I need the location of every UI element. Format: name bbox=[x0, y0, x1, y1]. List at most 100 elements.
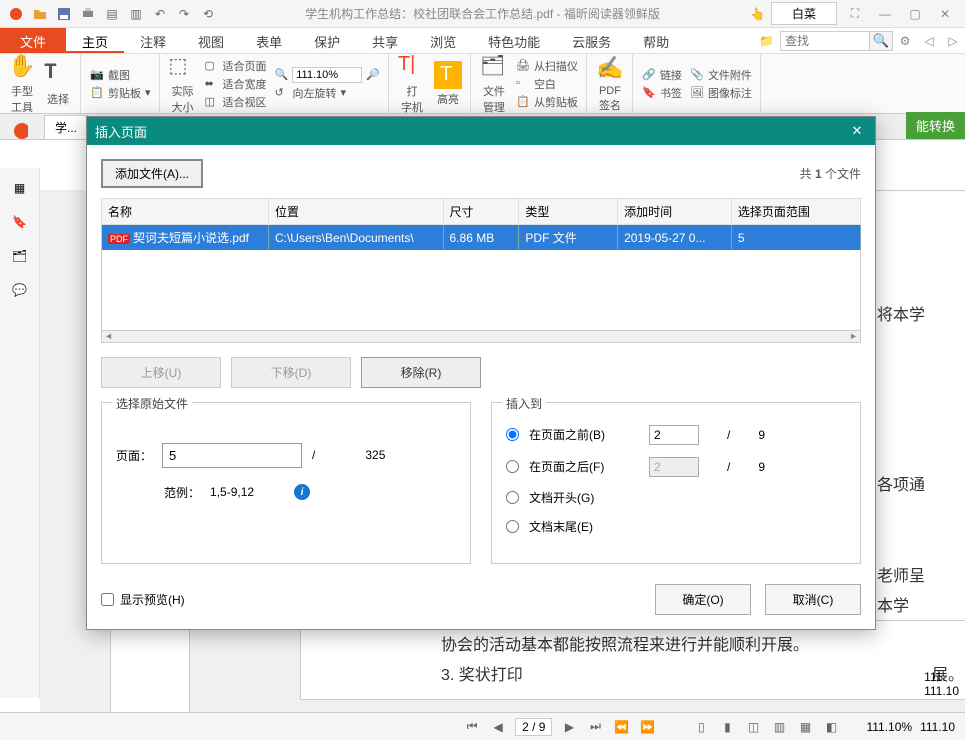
nav-layers-icon[interactable]: 🗂 bbox=[10, 246, 30, 266]
tab-view[interactable]: 视图 bbox=[182, 28, 240, 53]
minimize-icon[interactable]: — bbox=[873, 4, 897, 24]
last-page-icon[interactable]: ⏭ bbox=[586, 718, 604, 736]
move-up-button[interactable]: 上移(U) bbox=[101, 357, 221, 388]
view-book-icon[interactable]: ▥ bbox=[770, 718, 788, 736]
tab-browse[interactable]: 浏览 bbox=[414, 28, 472, 53]
tab-share[interactable]: 共享 bbox=[356, 28, 414, 53]
radio-end[interactable] bbox=[506, 520, 519, 533]
hand-tool[interactable]: ✋手型 工具 bbox=[8, 53, 36, 115]
screenshot-tool[interactable]: 📷截图 bbox=[90, 67, 151, 83]
from-clip-tool[interactable]: 📋从剪贴板 bbox=[516, 94, 578, 110]
blank-tool[interactable]: ▫空白 bbox=[516, 76, 578, 92]
zoom-in-icon[interactable]: 🔎 bbox=[366, 68, 380, 81]
highlight-tool[interactable]: T高亮 bbox=[434, 61, 462, 107]
remove-button[interactable]: 移除(R) bbox=[361, 357, 481, 388]
prev-icon[interactable]: ◁ bbox=[917, 31, 941, 51]
back-icon[interactable]: ⏪ bbox=[612, 718, 630, 736]
maximize-icon[interactable]: ▢ bbox=[903, 4, 927, 24]
attach-tool[interactable]: 📎文件附件 bbox=[690, 67, 752, 83]
pdf-sign-tool[interactable]: ✍PDF 签名 bbox=[596, 55, 624, 113]
add-file-button[interactable]: 添加文件(A)... bbox=[101, 159, 203, 188]
col-size[interactable]: 尺寸 bbox=[443, 199, 519, 225]
table-h-scrollbar[interactable] bbox=[101, 331, 861, 343]
view-full-icon[interactable]: ◧ bbox=[822, 718, 840, 736]
page-indicator[interactable]: 2 / 9 bbox=[515, 718, 552, 736]
document-tab[interactable]: 学... bbox=[44, 115, 88, 139]
file-table[interactable]: 名称 位置 尺寸 类型 添加时间 选择页面范围 PDF契诃夫短篇小说选.pdf … bbox=[101, 198, 861, 331]
nav-comments-icon[interactable]: 💬 bbox=[10, 280, 30, 300]
move-down-button[interactable]: 下移(D) bbox=[231, 357, 351, 388]
col-type[interactable]: 类型 bbox=[519, 199, 618, 225]
open-icon[interactable] bbox=[32, 6, 48, 22]
view-cont-icon[interactable]: ▮ bbox=[718, 718, 736, 736]
file-tab[interactable]: 文件 bbox=[0, 28, 66, 53]
tab-annot[interactable]: 注释 bbox=[124, 28, 182, 53]
preview-checkbox-row[interactable]: 显示预览(H) bbox=[101, 591, 185, 608]
next-page-icon[interactable]: ▶ bbox=[560, 718, 578, 736]
first-page-icon[interactable]: ⏮ bbox=[463, 718, 481, 736]
status-bar: ⏮ ◀ 2 / 9 ▶ ⏭ ⏪ ⏩ ▯ ▮ ◫ ▥ ▦ ◧ 111.10% 11… bbox=[0, 712, 965, 740]
user-name[interactable]: 白菜 bbox=[771, 2, 837, 25]
convert-button[interactable]: 能转换 bbox=[906, 112, 965, 139]
radio-after[interactable] bbox=[506, 460, 519, 473]
cancel-button[interactable]: 取消(C) bbox=[765, 584, 861, 615]
page-thumbnail[interactable] bbox=[110, 620, 190, 712]
typewriter-tool[interactable]: T|打 字机 bbox=[398, 53, 426, 115]
tab-cloud[interactable]: 云服务 bbox=[556, 28, 627, 53]
redo-icon[interactable]: ↷ bbox=[176, 6, 192, 22]
link-tool[interactable]: 🔗链接 bbox=[642, 67, 682, 83]
fwd-icon[interactable]: ⏩ bbox=[638, 718, 656, 736]
doc-icon[interactable]: ▤ bbox=[104, 6, 120, 22]
fullscreen-icon[interactable]: ⛶ bbox=[843, 4, 867, 24]
view-grid-icon[interactable]: ▦ bbox=[796, 718, 814, 736]
file-mgmt-tool[interactable]: 🗂文件 管理 bbox=[480, 53, 508, 115]
search-folder-icon[interactable]: 📁 bbox=[759, 34, 774, 48]
print-icon[interactable] bbox=[80, 6, 96, 22]
tab-feature[interactable]: 特色功能 bbox=[472, 28, 556, 53]
col-added[interactable]: 添加时间 bbox=[618, 199, 732, 225]
view-facing-icon[interactable]: ◫ bbox=[744, 718, 762, 736]
select-tool[interactable]: 𝐓选择 bbox=[44, 61, 72, 107]
ok-button[interactable]: 确定(O) bbox=[655, 584, 751, 615]
tab-help[interactable]: 帮助 bbox=[627, 28, 685, 53]
zoom-out-icon[interactable]: 🔍 bbox=[275, 68, 289, 81]
settings-gear-icon[interactable]: ⚙ bbox=[893, 31, 917, 51]
history-icon[interactable]: ⟲ bbox=[200, 6, 216, 22]
search-button[interactable]: 🔍 bbox=[869, 31, 893, 51]
preview-checkbox[interactable] bbox=[101, 593, 114, 606]
scan-tool[interactable]: 🖨从扫描仪 bbox=[516, 58, 578, 74]
clipboard-tool[interactable]: 📋剪贴板▾ bbox=[90, 85, 151, 101]
close-window-icon[interactable]: ✕ bbox=[933, 4, 957, 24]
search-input[interactable] bbox=[780, 31, 870, 51]
bookmark-tool[interactable]: 🔖书签 bbox=[642, 85, 682, 101]
fit-width-tool[interactable]: ⬌适合宽度 bbox=[205, 76, 267, 92]
zoom-input[interactable] bbox=[292, 67, 362, 83]
dialog-close-icon[interactable]: ✕ bbox=[847, 123, 867, 139]
info-icon[interactable]: i bbox=[294, 484, 310, 500]
actual-size-tool[interactable]: ⬚实际 大小 bbox=[169, 53, 197, 115]
img-note-tool[interactable]: 🖼图像标注 bbox=[690, 85, 752, 101]
tab-protect[interactable]: 保护 bbox=[298, 28, 356, 53]
col-name[interactable]: 名称 bbox=[102, 199, 269, 225]
col-loc[interactable]: 位置 bbox=[268, 199, 443, 225]
fit-visible-tool[interactable]: ◫适合视区 bbox=[205, 94, 267, 110]
before-page-input[interactable] bbox=[649, 425, 699, 445]
tab-home[interactable]: 主页 bbox=[66, 28, 124, 53]
tab-form[interactable]: 表单 bbox=[240, 28, 298, 53]
view-single-icon[interactable]: ▯ bbox=[692, 718, 710, 736]
doc2-icon[interactable]: ▥ bbox=[128, 6, 144, 22]
save-icon[interactable] bbox=[56, 6, 72, 22]
radio-start[interactable] bbox=[506, 491, 519, 504]
prev-page-icon[interactable]: ◀ bbox=[489, 718, 507, 736]
next-icon[interactable]: ▷ bbox=[941, 31, 965, 51]
nav-thumbs-icon[interactable]: ▦ bbox=[10, 178, 30, 198]
page-input[interactable] bbox=[162, 443, 302, 468]
dialog-title-bar[interactable]: 插入页面 ✕ bbox=[87, 117, 875, 145]
undo-icon[interactable]: ↶ bbox=[152, 6, 168, 22]
nav-bookmark-icon[interactable]: 🔖 bbox=[10, 212, 30, 232]
rotate-left-tool[interactable]: ↺向左旋转▾ bbox=[275, 85, 380, 101]
fit-page-tool[interactable]: ▢适合页面 bbox=[205, 58, 267, 74]
table-row[interactable]: PDF契诃夫短篇小说选.pdf C:\Users\Ben\Documents\ … bbox=[102, 225, 861, 251]
col-range[interactable]: 选择页面范围 bbox=[731, 199, 860, 225]
radio-before[interactable] bbox=[506, 428, 519, 441]
